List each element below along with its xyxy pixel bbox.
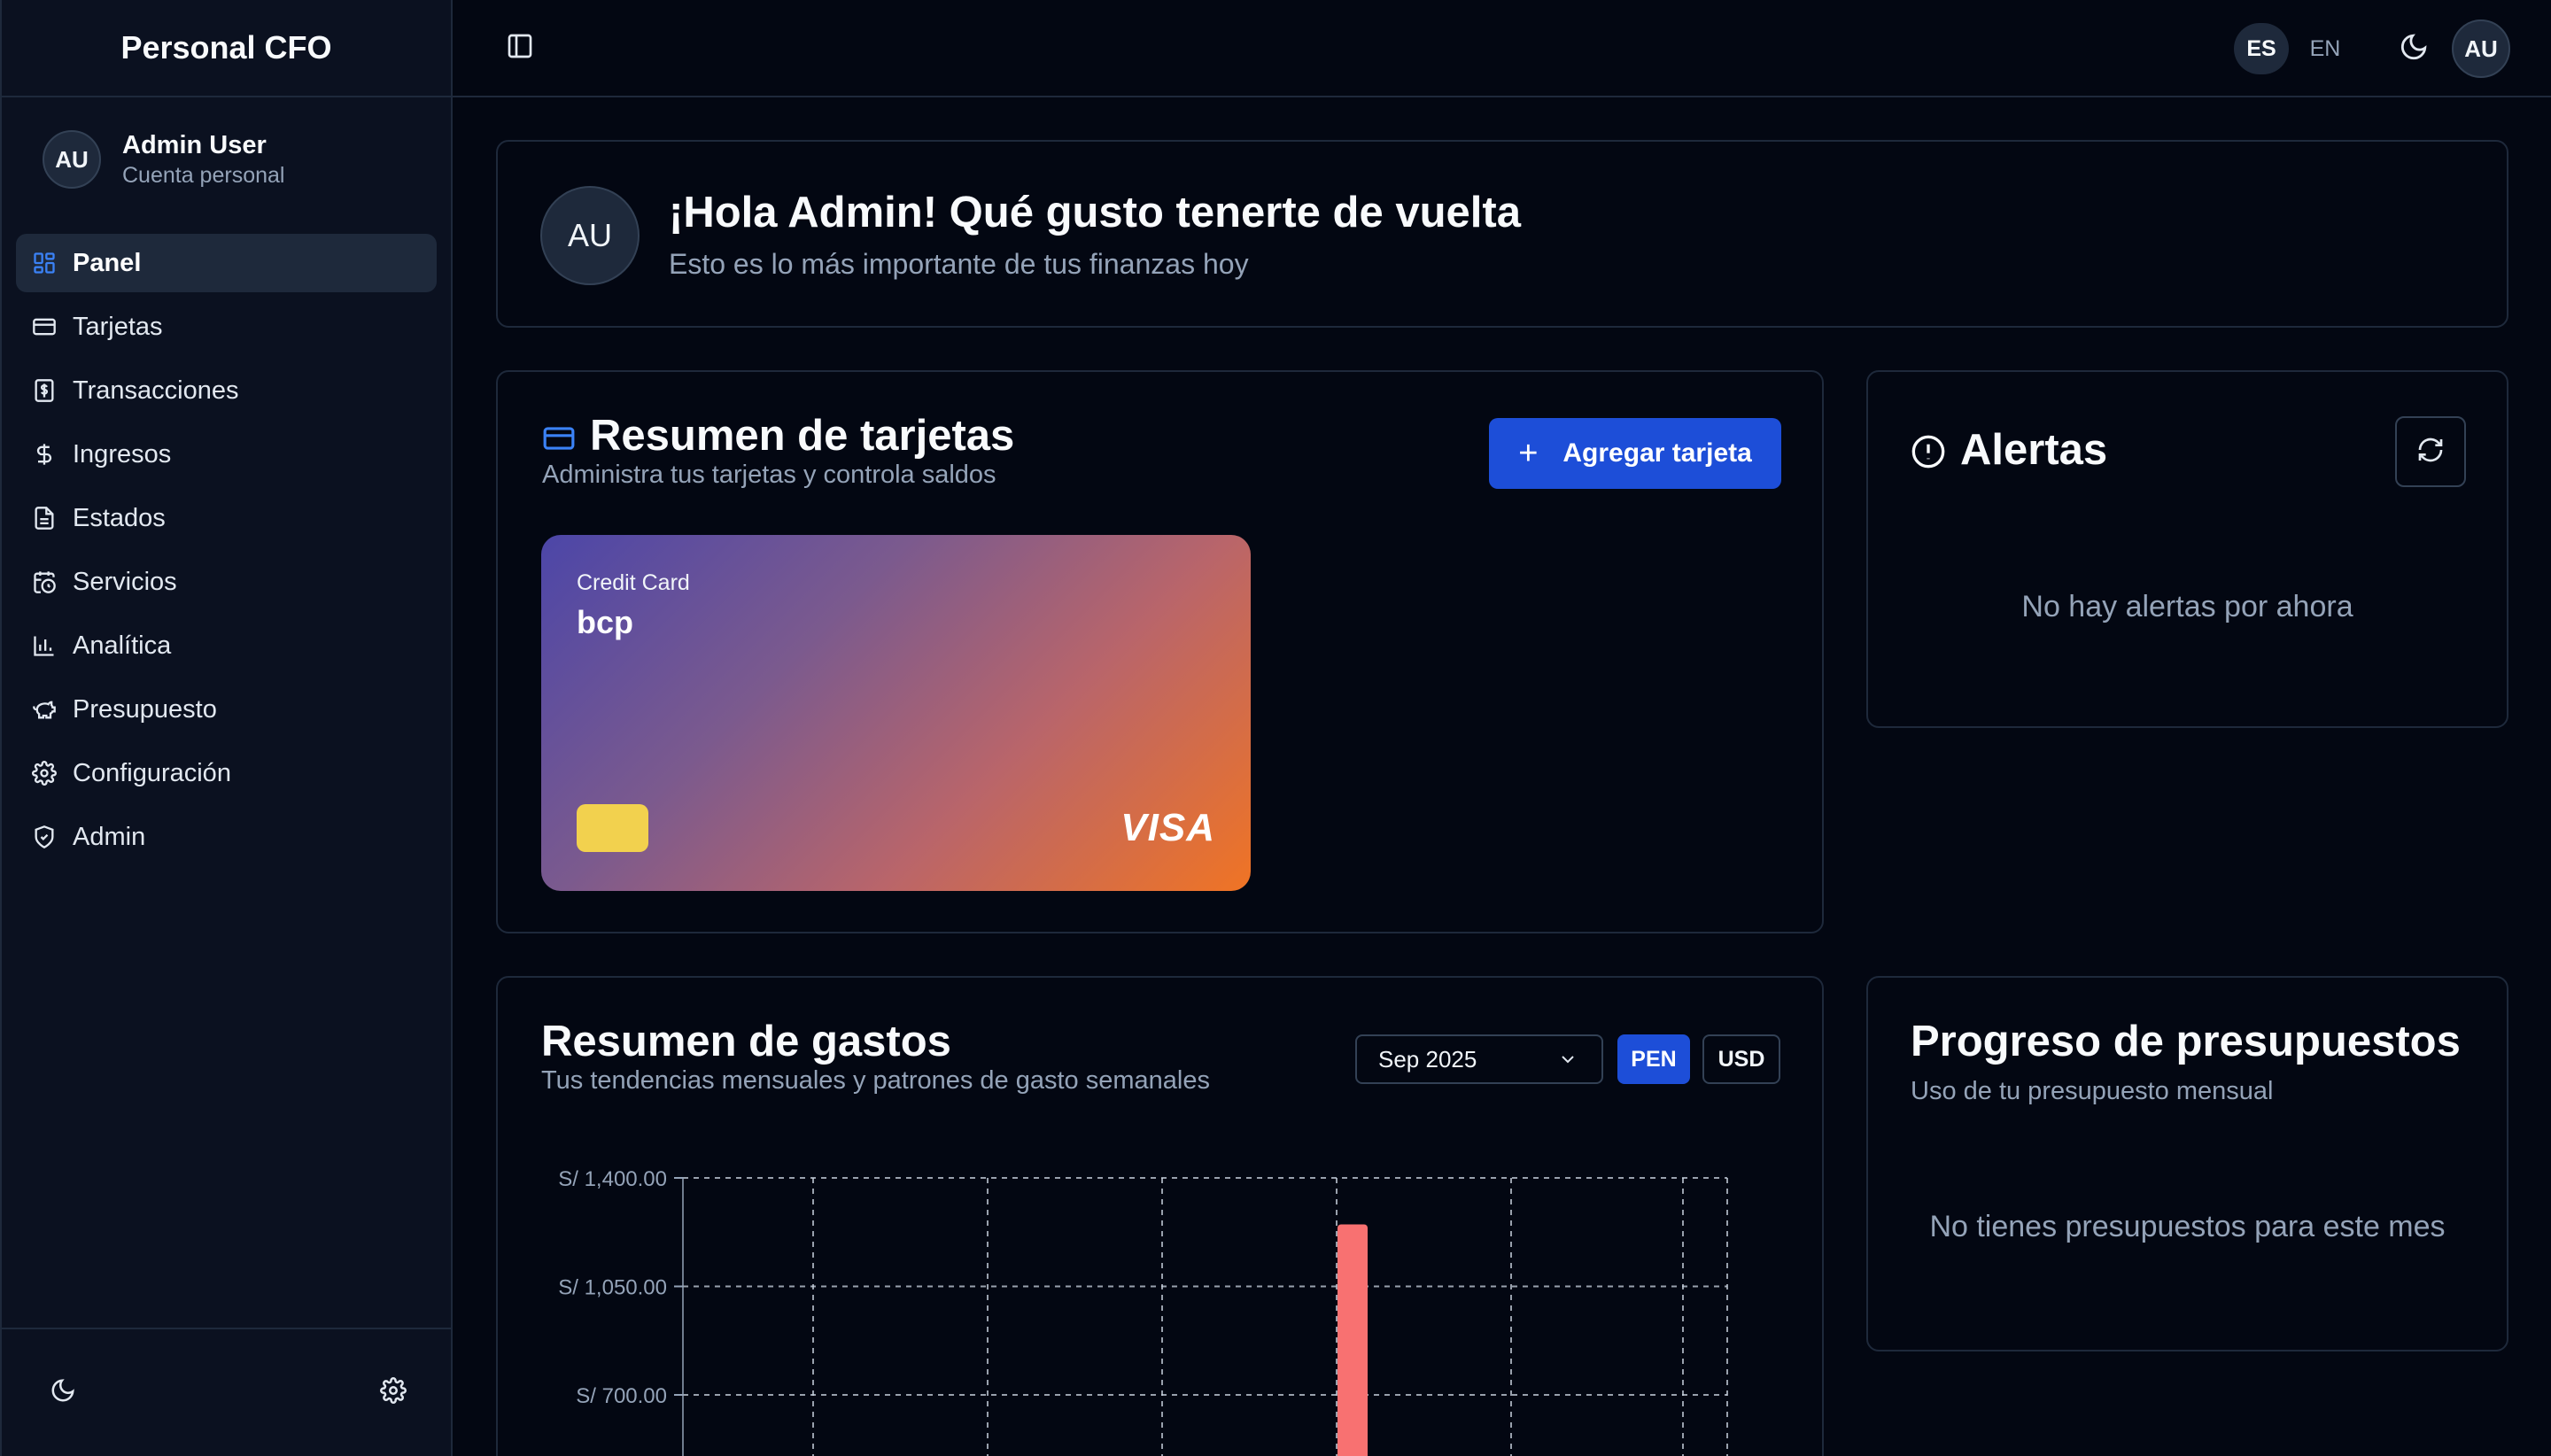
empty-state-text: No hay alertas por ahora (2021, 590, 2353, 623)
avatar[interactable]: AU (2452, 19, 2510, 78)
shield-icon (30, 823, 58, 851)
credit-card-tile[interactable]: Credit Card bcp VISA (541, 535, 1251, 891)
sidebar-item-label: Tarjetas (73, 312, 163, 341)
card-type: Credit Card (577, 570, 690, 595)
card-bank: bcp (577, 604, 634, 640)
gear-icon[interactable] (380, 1377, 407, 1408)
spending-summary-panel: Resumen de gastos Tus tendencias mensual… (496, 976, 1824, 1456)
sidebar-item-analitica[interactable]: Analítica (16, 616, 437, 675)
welcome-title: ¡Hola Admin! Qué gusto tenerte de vuelta (669, 189, 1521, 236)
credit-card-icon (542, 422, 576, 455)
refresh-button[interactable] (2395, 416, 2466, 487)
refresh-icon (2416, 436, 2445, 469)
empty-state-text: No tienes presupuestos para este mes (1929, 1210, 2446, 1243)
user-profile[interactable]: AU Admin User Cuenta personal (2, 97, 451, 234)
language-en-button[interactable]: EN (2298, 23, 2353, 74)
receipt-icon (30, 376, 58, 405)
sidebar-item-label: Servicios (73, 567, 177, 596)
gear-icon (30, 759, 58, 787)
alert-circle-icon (1911, 434, 1946, 469)
calendar-clock-icon (30, 568, 58, 596)
piggy-bank-icon (30, 695, 58, 724)
y-tick-label: S/ 1,050.00 (558, 1276, 667, 1300)
bar-chart-icon (30, 631, 58, 660)
spending-chart: S/ 1,400.00 S/ 1,050.00 S/ 700.00 (558, 1167, 1728, 1456)
account-type: Cuenta personal (122, 163, 285, 188)
sidebar-item-panel[interactable]: Panel (16, 234, 437, 292)
moon-icon[interactable] (2399, 32, 2432, 66)
cards-summary-panel: Resumen de tarjetas Administra tus tarje… (496, 370, 1824, 933)
credit-card-icon (30, 313, 58, 341)
sidebar-item-servicios[interactable]: Servicios (16, 553, 437, 611)
sidebar-item-presupuesto[interactable]: Presupuesto (16, 680, 437, 739)
budget-progress-panel: Progreso de presupuestos Uso de tu presu… (1866, 976, 2508, 1351)
sidebar-item-transacciones[interactable]: Transacciones (16, 361, 437, 420)
sidebar-item-label: Panel (73, 248, 142, 277)
sidebar-item-estados[interactable]: Estados (16, 489, 437, 547)
welcome-subtitle: Esto es lo más importante de tus finanza… (669, 248, 1249, 280)
add-card-button[interactable]: + Agregar tarjeta (1489, 418, 1781, 489)
alerts-panel: Alertas No hay alertas por ahora (1866, 370, 2508, 728)
welcome-card: AU ¡Hola Admin! Qué gusto tenerte de vue… (496, 140, 2508, 328)
plus-icon: + (1518, 434, 1539, 472)
sidebar-item-label: Admin (73, 822, 146, 851)
sidebar-item-label: Analítica (73, 631, 172, 660)
section-title: Progreso de presupuestos (1911, 1018, 2461, 1065)
file-text-icon (30, 504, 58, 532)
language-es-button[interactable]: ES (2234, 23, 2289, 74)
topbar: ES EN AU (453, 0, 2551, 97)
y-tick-label: S/ 700.00 (576, 1384, 667, 1408)
card-brand-logo: VISA (1120, 806, 1215, 849)
sidebar-item-configuracion[interactable]: Configuración (16, 744, 437, 802)
user-name: Admin User (122, 131, 267, 159)
card-chip-icon (577, 804, 648, 852)
sidebar-item-tarjetas[interactable]: Tarjetas (16, 298, 437, 356)
sidebar-item-label: Presupuesto (73, 694, 217, 724)
app-title: Personal CFO (2, 0, 451, 97)
moon-icon[interactable] (50, 1377, 76, 1408)
sidebar-item-admin[interactable]: Admin (16, 808, 437, 866)
sidebar-item-label: Ingresos (73, 439, 172, 469)
chart-bar (1338, 1224, 1368, 1456)
sidebar-item-label: Estados (73, 503, 166, 532)
sidebar-footer (2, 1328, 451, 1456)
dollar-icon (30, 440, 58, 469)
y-tick-label: S/ 1,400.00 (558, 1167, 667, 1191)
avatar: AU (540, 186, 640, 285)
avatar: AU (43, 130, 101, 189)
sidebar-item-label: Configuración (73, 758, 231, 787)
dashboard-icon (30, 249, 58, 277)
add-card-label: Agregar tarjeta (1562, 438, 1752, 468)
sidebar-item-ingresos[interactable]: Ingresos (16, 425, 437, 484)
section-title: Alertas (1960, 426, 2108, 474)
section-subtitle: Uso de tu presupuesto mensual (1911, 1077, 2274, 1105)
sidebar-item-label: Transacciones (73, 376, 239, 405)
sidebar-toggle-icon[interactable] (506, 32, 538, 64)
section-subtitle: Administra tus tarjetas y controla saldo… (542, 461, 996, 489)
section-title: Resumen de tarjetas (590, 412, 1015, 460)
sidebar-nav: Panel Tarjetas Transacciones Ingresos Es… (2, 234, 451, 866)
sidebar: Personal CFO AU Admin User Cuenta person… (0, 0, 453, 1456)
